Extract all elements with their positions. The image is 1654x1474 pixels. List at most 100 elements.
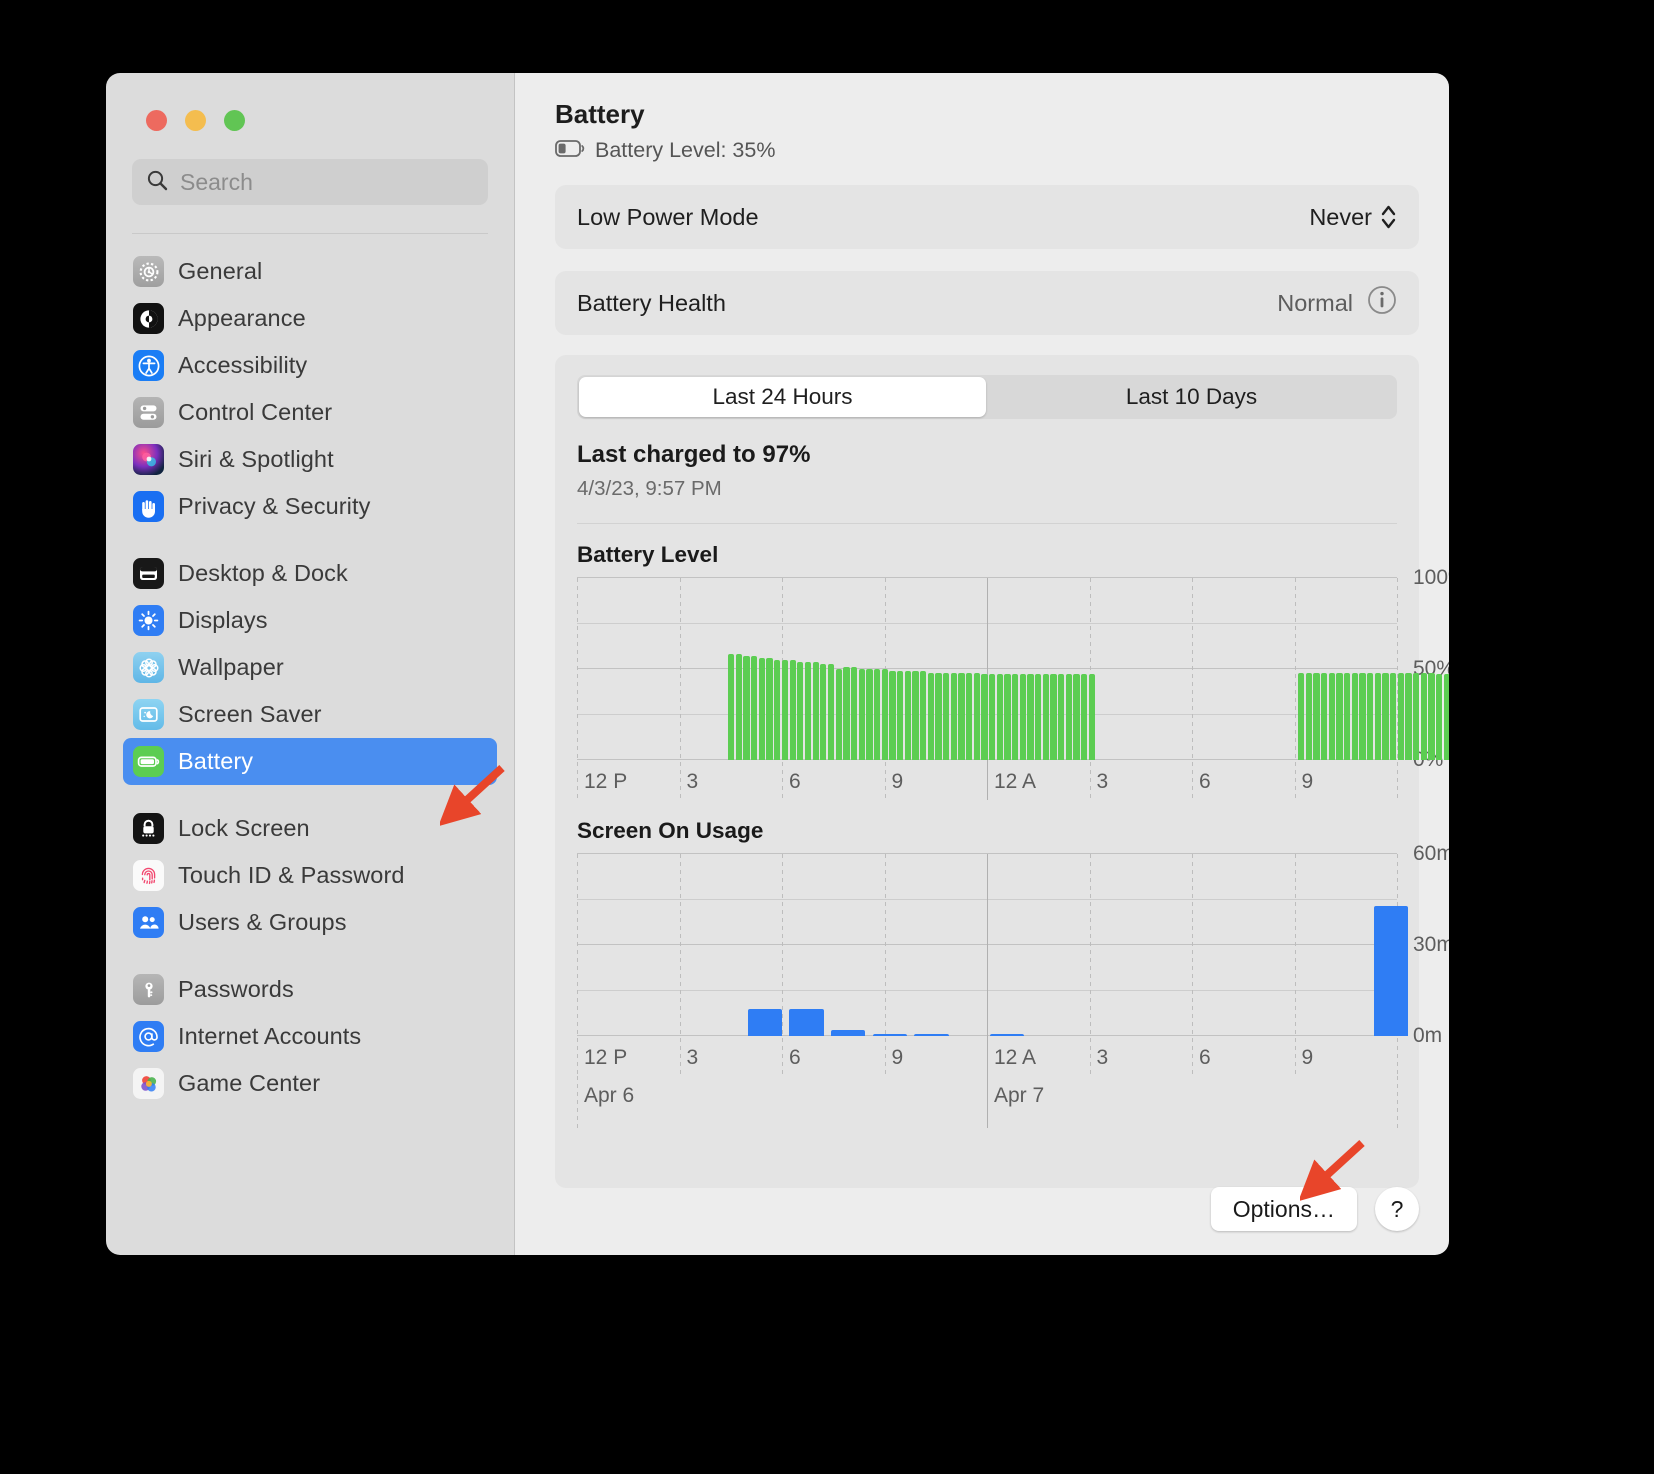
low-power-mode-card: Low Power Mode Never <box>555 185 1419 249</box>
sidebar-item-general[interactable]: General <box>123 248 497 295</box>
x-tick-label: 3 <box>686 770 699 793</box>
x-tick-label: 3 <box>686 1046 699 1069</box>
sidebar-item-desktop-dock[interactable]: Desktop & Dock <box>123 550 497 597</box>
chart-bar <box>1328 672 1335 760</box>
sidebar-item-privacy-security[interactable]: Privacy & Security <box>123 483 497 530</box>
sidebar-item-passwords[interactable]: Passwords <box>123 966 497 1013</box>
chart-bar <box>747 1008 782 1036</box>
chart-bar <box>1420 672 1427 760</box>
tab-last-10-days[interactable]: Last 10 Days <box>988 377 1395 417</box>
minimize-button[interactable] <box>185 110 206 131</box>
tab-last-24-hours[interactable]: Last 24 Hours <box>579 377 986 417</box>
x-tick-label: 9 <box>1301 1046 1314 1069</box>
sidebar-item-label: Accessibility <box>178 352 308 378</box>
zoom-button[interactable] <box>224 110 245 131</box>
chart-bar <box>1435 674 1443 760</box>
help-button[interactable]: ? <box>1375 1187 1419 1231</box>
sidebar-item-internet-accounts[interactable]: Internet Accounts <box>123 1013 497 1060</box>
game-center-icon <box>133 1068 164 1099</box>
chart-bar <box>965 672 973 760</box>
sidebar-item-screen-saver[interactable]: Screen Saver <box>123 691 497 738</box>
chart-bar <box>789 659 796 760</box>
sidebar-item-game-center[interactable]: Game Center <box>123 1060 497 1107</box>
sidebar-item-siri-spotlight[interactable]: Siri & Spotlight <box>123 436 497 483</box>
chart-bar <box>1313 672 1320 760</box>
screen-saver-icon <box>133 699 164 730</box>
x-tick-label: 9 <box>1301 770 1314 793</box>
sidebar-item-users-groups[interactable]: Users & Groups <box>123 899 497 946</box>
sidebar-item-control-center[interactable]: Control Center <box>123 389 497 436</box>
low-power-mode-value: Never <box>1309 203 1372 230</box>
chart-bar <box>973 672 980 760</box>
sidebar-item-label: Lock Screen <box>178 815 310 841</box>
chart-bar <box>981 674 988 760</box>
footer-buttons: Options… ? <box>1210 1187 1419 1231</box>
sidebar-item-appearance[interactable]: Appearance <box>123 295 497 342</box>
screen-usage-xaxis: 12 P 3 6 9 12 A 3 6 9 <box>577 1036 1397 1076</box>
range-segmented-control[interactable]: Last 24 Hours Last 10 Days <box>577 375 1397 419</box>
last-charged-label: Last charged to 97% <box>577 441 811 468</box>
battery-level-xaxis: 12 P 3 6 9 12 A 3 6 9 <box>577 760 1397 800</box>
sidebar-item-accessibility[interactable]: Accessibility <box>123 342 497 389</box>
x-tick-label: 6 <box>1199 1046 1211 1069</box>
sidebar-item-label: Screen Saver <box>178 701 322 727</box>
window-controls <box>106 73 514 131</box>
chart-bar <box>1035 674 1042 760</box>
page-title: Battery <box>555 99 645 129</box>
chart-bar <box>751 656 758 760</box>
low-power-mode-value-group[interactable]: Never <box>1309 203 1397 231</box>
chart-bar <box>1042 674 1049 760</box>
chart-bar <box>1343 672 1351 760</box>
chart-bar <box>1050 674 1057 760</box>
chart-bar <box>797 661 804 760</box>
screen-usage-chart: 0m 30m 60m 12 P 3 6 9 12 A 3 6 9 Apr 6 Apr 7 <box>577 842 1449 1162</box>
chart-bar <box>881 669 888 760</box>
screen-usage-chart-title: Screen On Usage <box>577 818 764 843</box>
sidebar-item-lock-screen[interactable]: Lock Screen <box>123 805 497 852</box>
y-tick-label: 60m <box>1413 842 1449 865</box>
sidebar-item-touch-id-password[interactable]: Touch ID & Password <box>123 852 497 899</box>
displays-icon <box>133 605 164 636</box>
sidebar: Search General Appearance Accessibility Con… <box>106 73 515 1255</box>
chart-bar <box>1081 674 1088 760</box>
x-tick-label: 12 A <box>994 1046 1037 1069</box>
users-groups-icon <box>133 907 164 938</box>
chart-bar <box>1351 672 1358 760</box>
y-tick-label: 0m <box>1413 1024 1443 1047</box>
low-power-mode-label: Low Power Mode <box>577 203 759 230</box>
info-icon[interactable] <box>1367 285 1397 321</box>
desktop-dock-icon <box>133 558 164 589</box>
battery-level-chart-title: Battery Level <box>577 542 719 567</box>
card-divider <box>577 523 1397 524</box>
chart-bar <box>1320 672 1328 760</box>
chart-bar <box>1405 672 1412 760</box>
x-tick-label: 3 <box>1096 1046 1109 1069</box>
search-field[interactable]: Search <box>132 159 488 205</box>
at-sign-icon <box>133 1021 164 1052</box>
day-divider <box>577 1076 578 1128</box>
sidebar-item-displays[interactable]: Displays <box>123 597 497 644</box>
gear-icon <box>133 256 164 287</box>
day-divider <box>987 1076 988 1128</box>
sidebar-item-wallpaper[interactable]: Wallpaper <box>123 644 497 691</box>
chart-bar <box>735 654 743 760</box>
x-tick-label: 6 <box>1199 770 1211 793</box>
close-button[interactable] <box>146 110 167 131</box>
y-tick-label: 30m <box>1413 933 1449 956</box>
chevron-updown-icon[interactable] <box>1380 203 1397 231</box>
system-settings-window: Search General Appearance Accessibility Con… <box>106 73 1449 1255</box>
battery-health-row: Battery Health Normal <box>555 271 1419 335</box>
sidebar-item-label: Appearance <box>178 305 306 331</box>
sidebar-item-battery[interactable]: Battery <box>123 738 497 785</box>
sidebar-item-label: Passwords <box>178 976 294 1002</box>
chart-bar <box>812 661 819 760</box>
options-button[interactable]: Options… <box>1210 1187 1357 1231</box>
low-power-mode-row[interactable]: Low Power Mode Never <box>555 185 1419 249</box>
sidebar-item-label: Users & Groups <box>178 909 347 935</box>
chart-bar <box>1382 672 1389 760</box>
x-tick-label: 9 <box>891 770 904 793</box>
chart-bar <box>850 667 858 760</box>
chart-bar <box>858 669 865 760</box>
chart-bar <box>1004 674 1011 760</box>
chart-bar <box>843 667 850 760</box>
